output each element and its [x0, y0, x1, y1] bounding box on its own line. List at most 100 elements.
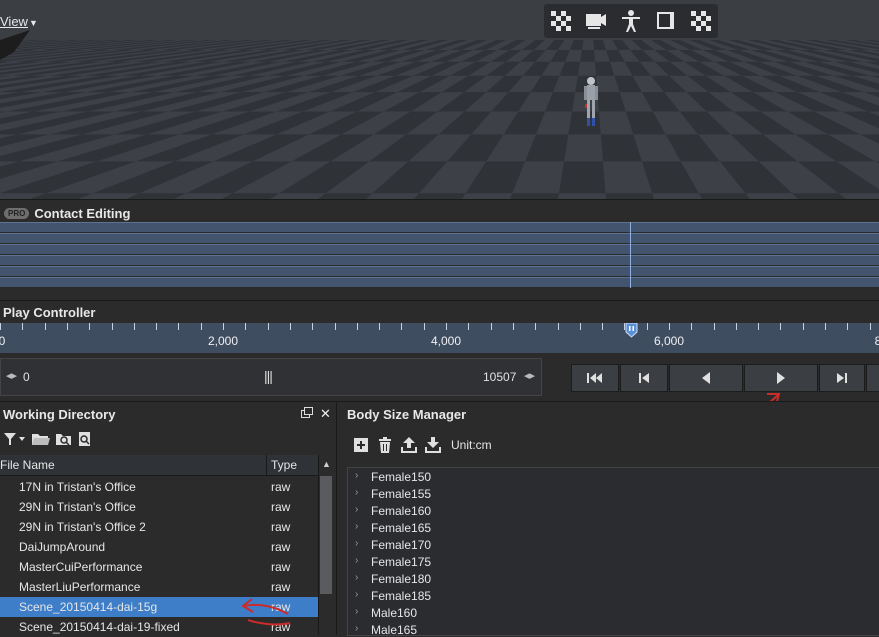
file-name: MasterCuiPerformance: [19, 560, 143, 574]
range-bar[interactable]: ◂▸ 0 ||| 10507 ◂▸: [0, 358, 542, 396]
ruler-tick: [156, 323, 157, 330]
list-item-label: Female180: [371, 572, 432, 586]
ruler-tick: [357, 323, 358, 330]
body-size-list: › Female150 › Female155 › Female160 › Female165…: [347, 467, 879, 636]
search-folder-icon[interactable]: [56, 432, 72, 446]
range-end: 10507: [483, 370, 517, 384]
table-row[interactable]: MasterCuiPerformance raw: [0, 557, 318, 577]
wd-toolbar: [4, 432, 92, 446]
checker-icon[interactable]: [546, 7, 576, 35]
delete-icon[interactable]: [377, 437, 393, 453]
character-figure[interactable]: [581, 76, 601, 128]
file-name: 29N in Tristan's Office: [19, 500, 136, 514]
pro-badge: PRO: [4, 208, 30, 220]
panel-title: Play Controller: [3, 305, 96, 320]
ruler-tick: [468, 323, 469, 330]
list-item[interactable]: › Female165: [348, 519, 879, 536]
ruler-tick: [736, 323, 737, 330]
table-row[interactable]: DaiJumpAround raw: [0, 537, 318, 557]
contact-track[interactable]: [0, 233, 879, 243]
table-row[interactable]: MasterLiuPerformance raw: [0, 577, 318, 597]
import-icon[interactable]: [425, 437, 441, 453]
chevron-right-icon[interactable]: ›: [355, 623, 358, 634]
open-folder-icon[interactable]: [32, 432, 50, 446]
scroll-up-icon[interactable]: ▲: [322, 459, 331, 469]
ruler-label: 2,000: [207, 334, 239, 348]
table-row[interactable]: 17N in Tristan's Office raw: [0, 477, 318, 497]
list-item[interactable]: › Female185: [348, 587, 879, 604]
range-drag-handle-icon[interactable]: |||: [264, 368, 273, 384]
list-item[interactable]: › Female180: [348, 570, 879, 587]
column-header-file-name[interactable]: File Name: [0, 458, 55, 472]
search-file-icon[interactable]: [78, 432, 92, 446]
list-item[interactable]: › Female175: [348, 553, 879, 570]
ruler-tick: [513, 323, 514, 330]
ruler-tick: [847, 323, 848, 330]
go-to-end-button[interactable]: [819, 364, 865, 392]
panel-title: Contact Editing: [34, 206, 131, 221]
column-divider[interactable]: [266, 455, 267, 475]
close-icon[interactable]: ✕: [320, 406, 331, 422]
go-to-start-button[interactable]: [571, 364, 619, 392]
chevron-right-icon[interactable]: ›: [355, 521, 358, 532]
list-item[interactable]: › Female150: [348, 468, 879, 485]
go-to-end-icon: [837, 373, 847, 383]
export-icon[interactable]: [401, 437, 417, 453]
ruler-tick: [647, 323, 648, 330]
ruler-tick: [223, 323, 224, 330]
unit-label: Unit:cm: [451, 438, 492, 452]
ruler-tick: [825, 323, 826, 330]
checker-icon[interactable]: [686, 7, 716, 35]
file-type: raw: [271, 540, 291, 554]
chevron-right-icon[interactable]: ›: [355, 487, 358, 498]
chevron-right-icon[interactable]: ›: [355, 538, 358, 549]
playhead-handle[interactable]: [625, 323, 638, 338]
chevron-right-icon[interactable]: ›: [355, 589, 358, 600]
view-menu[interactable]: View▼: [0, 14, 38, 29]
table-row[interactable]: 29N in Tristan's Office 2 raw: [0, 517, 318, 537]
column-header-type[interactable]: Type: [271, 458, 297, 472]
camera-icon[interactable]: [581, 7, 611, 35]
contact-track[interactable]: [0, 277, 879, 287]
ruler-tick: [312, 323, 313, 330]
contact-track[interactable]: [0, 266, 879, 276]
frame-icon[interactable]: [651, 7, 681, 35]
contact-track[interactable]: [0, 244, 879, 254]
table-row[interactable]: 29N in Tristan's Office raw: [0, 497, 318, 517]
chevron-right-icon[interactable]: ›: [355, 504, 358, 515]
ruler-tick: [67, 323, 68, 330]
previous-key-button[interactable]: [620, 364, 668, 392]
extra-playback-button[interactable]: [866, 364, 879, 392]
range-start-handle-icon[interactable]: ◂▸: [6, 369, 17, 382]
chevron-right-icon[interactable]: ›: [355, 572, 358, 583]
go-to-start-icon: [587, 373, 602, 383]
chevron-right-icon[interactable]: ›: [355, 470, 358, 481]
ruler-label: 8: [874, 334, 879, 348]
list-item[interactable]: › Male160: [348, 604, 879, 621]
ruler-tick: [134, 323, 135, 330]
timeline-ruler[interactable]: 0 2,000 4,000 6,000 8: [0, 323, 879, 353]
list-item-label: Female150: [371, 470, 432, 484]
character-icon[interactable]: [616, 7, 646, 35]
previous-key-icon: [639, 373, 649, 383]
ruler-tick: [870, 323, 871, 330]
list-item[interactable]: › Female155: [348, 485, 879, 502]
list-item[interactable]: › Female170: [348, 536, 879, 553]
undock-icon[interactable]: [301, 407, 313, 418]
list-item[interactable]: › Female160: [348, 502, 879, 519]
file-type: raw: [271, 580, 291, 594]
filter-icon[interactable]: [4, 432, 26, 446]
ruler-tick: [669, 323, 670, 330]
list-item-label: Male160: [371, 606, 418, 620]
contact-track[interactable]: [0, 255, 879, 265]
view-menu-label: View: [0, 14, 28, 29]
chevron-right-icon[interactable]: ›: [355, 606, 358, 617]
range-end-handle-icon[interactable]: ◂▸: [524, 369, 535, 382]
chevron-right-icon[interactable]: ›: [355, 555, 358, 566]
contact-track[interactable]: [0, 222, 879, 232]
step-back-button[interactable]: [669, 364, 743, 392]
3d-viewport[interactable]: View▼: [0, 0, 879, 199]
add-icon[interactable]: [353, 437, 369, 453]
scrollbar-thumb[interactable]: [320, 476, 332, 594]
ruler-tick: [580, 323, 581, 330]
